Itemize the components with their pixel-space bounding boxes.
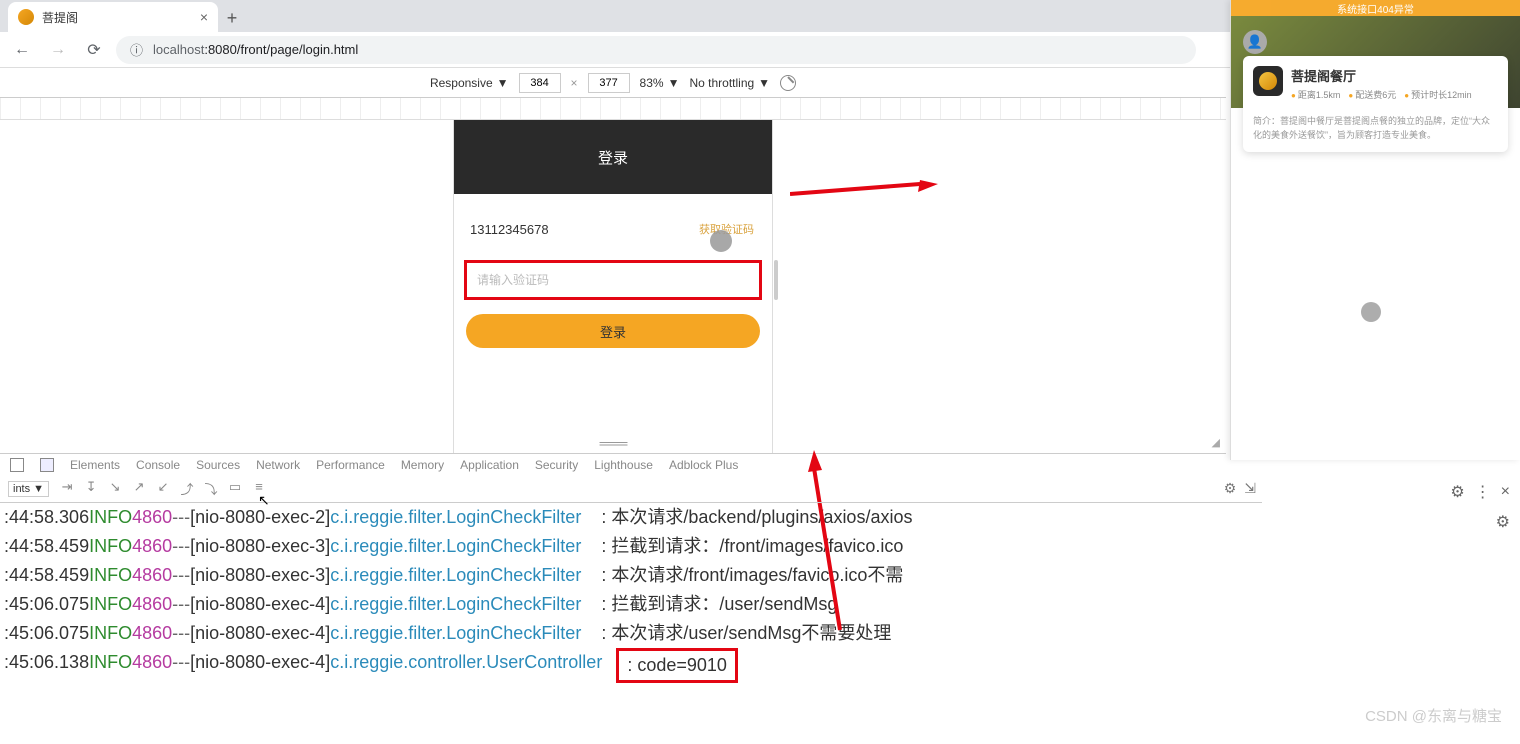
tab-elements[interactable]: Elements: [70, 458, 120, 472]
address-bar[interactable]: ⓘ localhost:8080/front/page/login.html: [116, 36, 1196, 64]
verification-code-input[interactable]: [464, 260, 762, 300]
inspect-icon[interactable]: [10, 458, 24, 472]
error-banner: 系统接口404异常: [1231, 0, 1520, 16]
code-field[interactable]: [477, 273, 749, 287]
toolbar-icon[interactable]: ⤴: [179, 479, 195, 498]
log-row: :45:06.138 INFO 4860 --- [nio-8080-exec-…: [4, 648, 1256, 683]
console-toolbar-icons: ⇥ ↧ ↘ ↗ ↙ ⤴ ⤵ ▭ ≡: [59, 479, 267, 498]
toolbar-icon[interactable]: ↧: [83, 479, 99, 498]
restaurant-logo: [1253, 66, 1283, 96]
tab-security[interactable]: Security: [535, 458, 578, 472]
device-viewport: 登录 13112345678 获取验证码 登录 ═══ ◢: [0, 120, 1226, 453]
ruler: [0, 98, 1226, 120]
tab-title: 菩提阁: [42, 9, 78, 26]
phone-value: 13112345678: [470, 222, 549, 237]
device-height-input[interactable]: [588, 73, 630, 93]
watermark: CSDN @东离与糖宝: [1365, 705, 1502, 726]
devtools-tabs: Elements Console Sources Network Perform…: [0, 453, 1226, 475]
toolbar-icon[interactable]: ⇥: [59, 479, 75, 498]
browser-tab[interactable]: 菩提阁 ×: [8, 2, 218, 32]
right-preview-panel: 系统接口404异常 👤 菩提阁餐厅 距离1.5km 配送费6元 预计时长12mi…: [1230, 0, 1520, 460]
tab-memory[interactable]: Memory: [401, 458, 444, 472]
console-output: :44:58.306 INFO 4860 --- [nio-8080-exec-…: [0, 503, 1260, 683]
touch-indicator-icon: [1361, 302, 1381, 322]
tab-sources[interactable]: Sources: [196, 458, 240, 472]
toolbar-icon[interactable]: ↙: [155, 479, 171, 498]
dimension-separator: ×: [571, 76, 578, 90]
url-host: localhost: [153, 42, 204, 57]
device-mode-select[interactable]: Responsive▼: [430, 76, 509, 90]
toolbar-icon[interactable]: ⤵: [203, 479, 219, 498]
menu-icon[interactable]: ⋮: [1475, 482, 1491, 502]
close-icon[interactable]: ×: [1501, 483, 1510, 501]
forward-button[interactable]: →: [44, 36, 72, 64]
dock-icon[interactable]: ⇲: [1244, 480, 1256, 497]
gear-icon[interactable]: ⚙: [1496, 512, 1510, 532]
device-frame: 登录 13112345678 获取验证码 登录: [454, 120, 772, 453]
close-icon[interactable]: ×: [200, 9, 208, 25]
drag-handle-icon[interactable]: ═══: [600, 435, 627, 451]
login-header: 登录: [454, 120, 772, 194]
throttling-select[interactable]: No throttling▼: [689, 76, 770, 90]
log-row: :45:06.075 INFO 4860 --- [nio-8080-exec-…: [4, 590, 1256, 619]
tab-adblock[interactable]: Adblock Plus: [669, 458, 738, 472]
reload-button[interactable]: ⟳: [80, 36, 108, 64]
log-row: :44:58.459 INFO 4860 --- [nio-8080-exec-…: [4, 532, 1256, 561]
back-button[interactable]: ←: [8, 36, 36, 64]
toolbar-icon[interactable]: ↘: [107, 479, 123, 498]
console-filter-select[interactable]: ints ▼: [8, 481, 49, 497]
restaurant-title: 菩提阁餐厅: [1253, 66, 1498, 85]
avatar-icon[interactable]: 👤: [1243, 30, 1267, 54]
devtools-sub-toolbar: ints ▼ ⇥ ↧ ↘ ↗ ↙ ⤴ ⤵ ▭ ≡ ⚙ ⇲: [0, 475, 1262, 503]
gear-icon[interactable]: ⚙: [1450, 482, 1464, 502]
resize-handle-se-icon[interactable]: ◢: [1212, 436, 1220, 449]
login-button[interactable]: 登录: [466, 314, 760, 348]
log-row: :44:58.306 INFO 4860 --- [nio-8080-exec-…: [4, 503, 1256, 532]
tab-performance[interactable]: Performance: [316, 458, 385, 472]
phone-input-row[interactable]: 13112345678 获取验证码: [464, 204, 762, 254]
tab-application[interactable]: Application: [460, 458, 519, 472]
new-tab-button[interactable]: +: [218, 4, 246, 32]
tab-console[interactable]: Console: [136, 458, 180, 472]
annotation-arrow-right: [790, 180, 940, 200]
toolbar-icon[interactable]: ↗: [131, 479, 147, 498]
rotate-icon[interactable]: [780, 75, 796, 91]
cursor-icon: ↖: [258, 492, 270, 509]
devtools-device-toolbar: Responsive▼ × 83%▼ No throttling▼: [0, 68, 1226, 98]
tab-favicon: [18, 9, 34, 25]
tab-network[interactable]: Network: [256, 458, 300, 472]
url-path: :8080/front/page/login.html: [204, 42, 358, 57]
touch-indicator-icon: [710, 230, 732, 252]
zoom-select[interactable]: 83%▼: [640, 76, 680, 90]
device-toggle-icon[interactable]: [40, 458, 54, 472]
log-row: :45:06.075 INFO 4860 --- [nio-8080-exec-…: [4, 619, 1256, 648]
device-width-input[interactable]: [519, 73, 561, 93]
resize-handle-east[interactable]: [774, 260, 778, 300]
restaurant-card[interactable]: 菩提阁餐厅 距离1.5km 配送费6元 预计时长12min 简介：菩提阁中餐厅是…: [1243, 56, 1508, 152]
restaurant-desc: 简介：菩提阁中餐厅是菩提阁点餐的独立的品牌，定位“大众化的美食外送餐饮”，旨为顾…: [1253, 109, 1498, 142]
log-row: :44:58.459 INFO 4860 --- [nio-8080-exec-…: [4, 561, 1256, 590]
tab-lighthouse[interactable]: Lighthouse: [594, 458, 653, 472]
restaurant-meta: 距离1.5km 配送费6元 预计时长12min: [1291, 88, 1498, 101]
gear-icon[interactable]: ⚙: [1224, 480, 1237, 497]
toolbar-icon[interactable]: ▭: [227, 479, 243, 498]
